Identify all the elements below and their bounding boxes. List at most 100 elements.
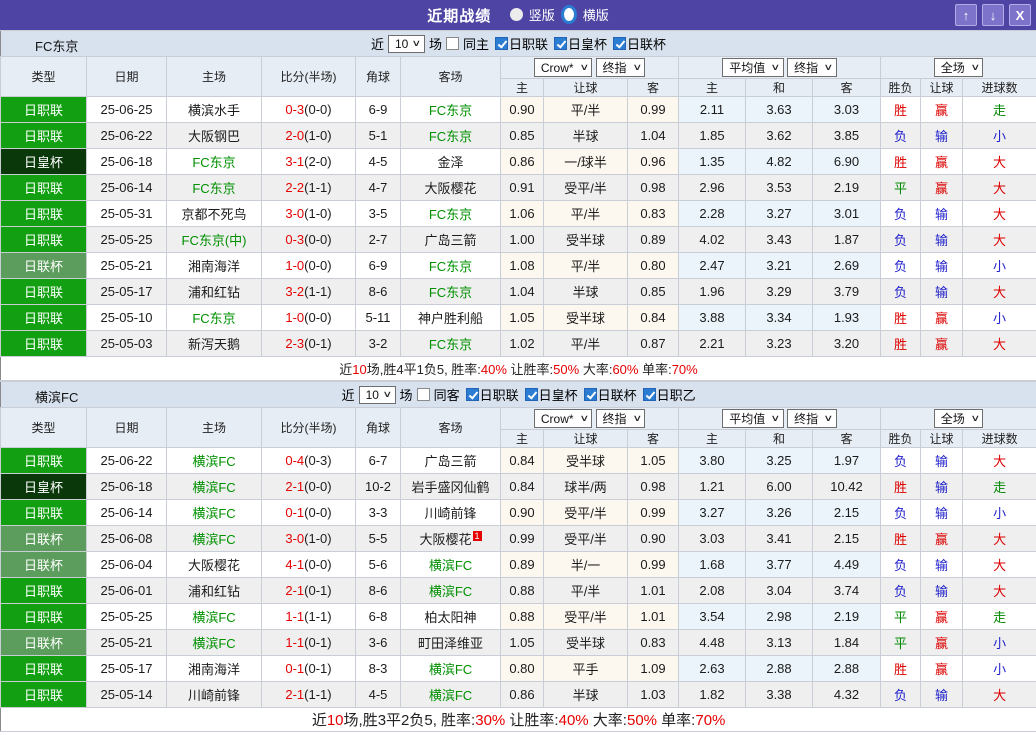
away-team-name: 岩手盛冈仙鹤: [411, 480, 490, 495]
results-table: FC东京 近 10 ∨ 场 同主 日职联 日皇杯 日联杯 类型 日期 主场 比分…: [0, 30, 1036, 381]
fulltime-score: 2-2: [285, 180, 305, 195]
final-index-select[interactable]: 终指 ∨: [595, 409, 646, 428]
vertical-layout-radio[interactable]: [509, 7, 523, 21]
same-away-label: 同客: [433, 388, 460, 403]
crow-away-odds: 0.99: [627, 499, 679, 526]
horizontal-layout-label[interactable]: 横版: [583, 5, 609, 24]
final-index-select-2[interactable]: 终指 ∨: [787, 409, 837, 428]
result-goals: 大: [961, 577, 1036, 604]
league-checkbox[interactable]: [465, 388, 479, 401]
away-team: 大阪樱花: [400, 174, 501, 201]
result-handicap: 输: [920, 681, 963, 708]
average-select[interactable]: 平均值 ∨: [722, 58, 784, 77]
home-team: 京都不死鸟: [166, 200, 262, 227]
same-away-checkbox[interactable]: [416, 388, 430, 401]
avg-home-odds: 3.54: [678, 603, 746, 630]
fulltime-select[interactable]: 全场 ∨: [933, 58, 984, 77]
league-type-badge: 日职联: [0, 447, 87, 474]
average-select[interactable]: 平均值 ∨: [722, 409, 784, 428]
chevron-down-icon: ∨: [411, 38, 422, 48]
team-section-fc-tokyo: FC东京 近 10 ∨ 场 同主 日职联 日皇杯 日联杯 类型 日期 主场 比分…: [0, 30, 1036, 381]
away-team: 岩手盛冈仙鹤: [400, 473, 501, 500]
recent-count-select[interactable]: 10 ∨: [358, 385, 396, 404]
corner-count: 6-7: [355, 447, 401, 474]
subcol-avg-draw: 和: [745, 429, 813, 448]
subcol-crow-away: 客: [627, 429, 679, 448]
fulltime-score: 2-3: [285, 336, 305, 351]
summary-row: 近10场,胜3平2负5, 胜率:30% 让胜率:40% 大率:50% 单率:70…: [0, 707, 1036, 732]
match-row: 日职联 25-06-14 横滨FC 0-1(0-0) 3-3 川崎前锋 0.90 受平/半 0.…: [0, 499, 1036, 526]
summary-part: 近: [311, 712, 327, 729]
away-team: FC东京: [400, 330, 501, 357]
subcol-avg-draw: 和: [745, 78, 813, 97]
home-team: 横滨水手: [166, 96, 262, 123]
crow-select[interactable]: Crow* ∨: [533, 409, 593, 428]
result-handicap: 输: [920, 226, 963, 253]
section-filter-row: 横滨FC 近 10 ∨ 场 同客 日职联 日皇杯 日联杯 日职乙: [0, 381, 1036, 408]
match-date: 25-06-22: [86, 447, 167, 474]
crow-away-odds: 0.98: [627, 174, 679, 201]
avg-home-odds: 3.88: [678, 304, 746, 331]
recent-count-select[interactable]: 10 ∨: [388, 34, 425, 53]
home-team: FC东京: [166, 304, 262, 331]
league-checkbox[interactable]: [613, 37, 627, 50]
fulltime-score: 3-0: [285, 206, 305, 221]
crow-away-odds: 0.83: [627, 629, 679, 656]
avg-draw-odds: 2.98: [745, 603, 813, 630]
league-type-badge: 日职联: [0, 122, 87, 149]
avg-home-odds: 1.35: [678, 148, 746, 175]
away-team-name: FC东京: [428, 285, 473, 300]
score-cell: 0-3(0-0): [261, 226, 356, 253]
result-goals: 大: [961, 174, 1036, 201]
result-winloss: 负: [880, 447, 921, 474]
avg-home-odds: 1.85: [678, 122, 746, 149]
league-filter: 日联杯: [613, 34, 666, 53]
league-type-badge: 日职联: [0, 200, 87, 227]
avg-away-odds: 1.84: [812, 629, 881, 656]
final-index-select-2[interactable]: 终指 ∨: [787, 58, 837, 77]
same-home-label: 同主: [462, 37, 489, 52]
crow-away-odds: 0.83: [627, 200, 679, 227]
scroll-up-button[interactable]: ↑: [955, 4, 977, 26]
away-team: 横滨FC: [400, 681, 501, 708]
same-home-checkbox[interactable]: [445, 37, 459, 50]
subcol-crow-away: 客: [627, 78, 679, 97]
avg-away-odds: 3.79: [812, 278, 881, 305]
crow-select[interactable]: Crow* ∨: [533, 58, 593, 77]
score-cell: 2-1(1-1): [261, 681, 356, 708]
league-checkbox[interactable]: [583, 388, 597, 401]
match-date: 25-06-14: [86, 499, 167, 526]
fulltime-score: 3-2: [285, 284, 305, 299]
subcol-crow-home: 主: [500, 429, 544, 448]
result-goals: 大: [961, 226, 1036, 253]
score-cell: 3-0(1-0): [261, 200, 356, 227]
crow-handicap: 平/半: [543, 96, 628, 123]
crow-handicap: 球半/两: [543, 473, 628, 500]
halftime-score: (1-0): [304, 206, 332, 221]
corner-count: 10-2: [355, 473, 401, 500]
league-checkbox[interactable]: [494, 37, 508, 50]
fulltime-select[interactable]: 全场 ∨: [933, 409, 984, 428]
halftime-score: (1-1): [304, 687, 332, 702]
horizontal-layout-radio[interactable]: [560, 4, 577, 24]
crow-home-odds: 1.05: [500, 629, 544, 656]
result-handicap: 输: [920, 200, 963, 227]
league-checkbox[interactable]: [642, 388, 656, 401]
away-team: 广岛三箭: [400, 226, 501, 253]
score-cell: 1-0(0-0): [261, 252, 356, 279]
final-index-select[interactable]: 终指 ∨: [595, 58, 646, 77]
league-checkbox[interactable]: [524, 388, 538, 401]
corner-count: 4-5: [355, 681, 401, 708]
home-team: 浦和红钻: [166, 278, 262, 305]
match-row: 日职联 25-05-10 FC东京 1-0(0-0) 5-11 神户胜利船 1.05 受半球 0…: [0, 304, 1036, 331]
vertical-layout-label[interactable]: 竖版: [529, 5, 555, 24]
scroll-down-button[interactable]: ↓: [982, 4, 1004, 26]
halftime-score: (1-0): [304, 128, 332, 143]
avg-away-odds: 3.01: [812, 200, 881, 227]
avg-away-odds: 1.93: [812, 304, 881, 331]
league-checkbox[interactable]: [554, 37, 567, 50]
score-cell: 4-1(0-0): [261, 551, 356, 578]
col-header-type: 类型: [0, 56, 87, 97]
close-button[interactable]: X: [1009, 4, 1031, 26]
match-row: 日职联 25-05-31 京都不死鸟 3-0(1-0) 3-5 FC东京 1.06 平/半 0.…: [0, 200, 1036, 227]
